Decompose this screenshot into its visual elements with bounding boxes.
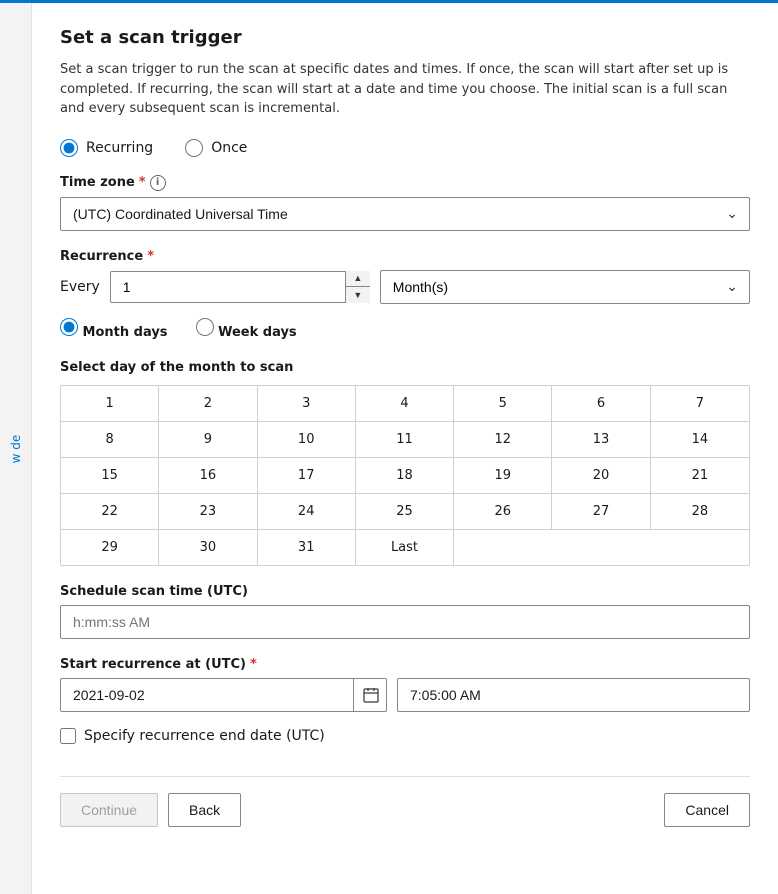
back-button[interactable]: Back [168, 793, 241, 827]
start-recurrence-row [60, 678, 750, 712]
every-number-input[interactable] [110, 271, 370, 303]
day-13[interactable]: 13 [552, 422, 650, 457]
main-panel: Set a scan trigger Set a scan trigger to… [32, 3, 778, 894]
day-empty-3 [651, 530, 749, 565]
calendar-row-2: 8 9 10 11 12 13 14 [61, 422, 749, 458]
day-8[interactable]: 8 [61, 422, 159, 457]
end-date-checkbox[interactable] [60, 728, 76, 744]
once-option[interactable]: Once [185, 139, 247, 157]
left-sidebar: w de [0, 3, 32, 894]
day-3[interactable]: 3 [258, 386, 356, 421]
calendar-grid: 1 2 3 4 5 6 7 8 9 10 11 12 13 14 [60, 385, 750, 566]
day-19[interactable]: 19 [454, 458, 552, 493]
week-days-label: Week days [218, 325, 297, 340]
start-recurrence-section: Start recurrence at (UTC) * [60, 657, 750, 728]
select-day-label: Select day of the month to scan [60, 360, 750, 375]
day-21[interactable]: 21 [651, 458, 749, 493]
recurring-label: Recurring [86, 140, 153, 156]
recurrence-label: Recurrence * [60, 249, 750, 264]
recurrence-required-star: * [147, 249, 154, 264]
start-recurrence-star: * [250, 657, 257, 672]
day-27[interactable]: 27 [552, 494, 650, 529]
day-17[interactable]: 17 [258, 458, 356, 493]
every-label: Every [60, 279, 100, 295]
calendar-row-3: 15 16 17 18 19 20 21 [61, 458, 749, 494]
once-label: Once [211, 140, 247, 156]
start-time-input[interactable] [397, 678, 750, 712]
every-number-wrapper: ▲ ▼ [110, 271, 370, 303]
day-24[interactable]: 24 [258, 494, 356, 529]
date-input-wrapper [60, 678, 387, 712]
schedule-time-label: Schedule scan time (UTC) [60, 584, 750, 599]
day-28[interactable]: 28 [651, 494, 749, 529]
day-empty-2 [552, 530, 650, 565]
day-7[interactable]: 7 [651, 386, 749, 421]
period-select-wrapper: Month(s) Day(s) Week(s) Year(s) ⌄ [380, 270, 750, 304]
page-description: Set a scan trigger to run the scan at sp… [60, 60, 750, 119]
day-23[interactable]: 23 [159, 494, 257, 529]
once-radio[interactable] [185, 139, 203, 157]
period-select[interactable]: Month(s) Day(s) Week(s) Year(s) [380, 270, 750, 304]
day-20[interactable]: 20 [552, 458, 650, 493]
day-11[interactable]: 11 [356, 422, 454, 457]
day-type-group: Month days Week days [60, 318, 750, 346]
day-10[interactable]: 10 [258, 422, 356, 457]
day-29[interactable]: 29 [61, 530, 159, 565]
required-star: * [139, 175, 146, 190]
month-days-option[interactable]: Month days [60, 318, 168, 340]
day-1[interactable]: 1 [61, 386, 159, 421]
calendar-row-4: 22 23 24 25 26 27 28 [61, 494, 749, 530]
end-date-row: Specify recurrence end date (UTC) [60, 728, 750, 744]
timezone-label: Time zone * i [60, 175, 750, 191]
day-31[interactable]: 31 [258, 530, 356, 565]
end-date-label[interactable]: Specify recurrence end date (UTC) [84, 728, 325, 744]
day-15[interactable]: 15 [61, 458, 159, 493]
day-16[interactable]: 16 [159, 458, 257, 493]
schedule-time-input[interactable] [60, 605, 750, 639]
schedule-time-wrapper: Schedule scan time (UTC) [60, 584, 750, 639]
start-recurrence-label: Start recurrence at (UTC) * [60, 657, 750, 672]
day-6[interactable]: 6 [552, 386, 650, 421]
month-days-label: Month days [83, 325, 168, 340]
date-input[interactable] [60, 678, 387, 712]
calendar-row-5: 29 30 31 Last [61, 530, 749, 565]
day-14[interactable]: 14 [651, 422, 749, 457]
week-days-radio[interactable] [196, 318, 214, 336]
day-18[interactable]: 18 [356, 458, 454, 493]
recurring-option[interactable]: Recurring [60, 139, 153, 157]
continue-button[interactable]: Continue [60, 793, 158, 827]
calendar-icon [363, 687, 379, 703]
sidebar-label: w de [9, 434, 23, 463]
calendar-picker-button[interactable] [353, 678, 387, 712]
day-22[interactable]: 22 [61, 494, 159, 529]
day-30[interactable]: 30 [159, 530, 257, 565]
day-12[interactable]: 12 [454, 422, 552, 457]
timezone-select-wrapper: (UTC) Coordinated Universal Time(UTC+01:… [60, 197, 750, 231]
scan-type-group: Recurring Once [60, 139, 750, 157]
day-empty-1 [454, 530, 552, 565]
day-9[interactable]: 9 [159, 422, 257, 457]
spinner-buttons: ▲ ▼ [345, 271, 370, 303]
recurrence-row: Every ▲ ▼ Month(s) Day(s) Week(s) Year(s… [60, 270, 750, 304]
info-icon[interactable]: i [150, 175, 166, 191]
cancel-button[interactable]: Cancel [664, 793, 750, 827]
footer-buttons: Continue Back Cancel [60, 793, 750, 827]
day-5[interactable]: 5 [454, 386, 552, 421]
day-4[interactable]: 4 [356, 386, 454, 421]
recurrence-section: Recurrence * Every ▲ ▼ Month(s) Day(s) [60, 249, 750, 584]
recurring-radio[interactable] [60, 139, 78, 157]
spinner-down-button[interactable]: ▼ [346, 287, 370, 303]
day-26[interactable]: 26 [454, 494, 552, 529]
day-25[interactable]: 25 [356, 494, 454, 529]
page-title: Set a scan trigger [60, 27, 750, 48]
day-last[interactable]: Last [356, 530, 454, 565]
timezone-select[interactable]: (UTC) Coordinated Universal Time(UTC+01:… [60, 197, 750, 231]
week-days-option[interactable]: Week days [196, 318, 297, 340]
month-days-radio[interactable] [60, 318, 78, 336]
spinner-up-button[interactable]: ▲ [346, 271, 370, 288]
footer-divider [60, 776, 750, 777]
calendar-row-1: 1 2 3 4 5 6 7 [61, 386, 749, 422]
day-2[interactable]: 2 [159, 386, 257, 421]
